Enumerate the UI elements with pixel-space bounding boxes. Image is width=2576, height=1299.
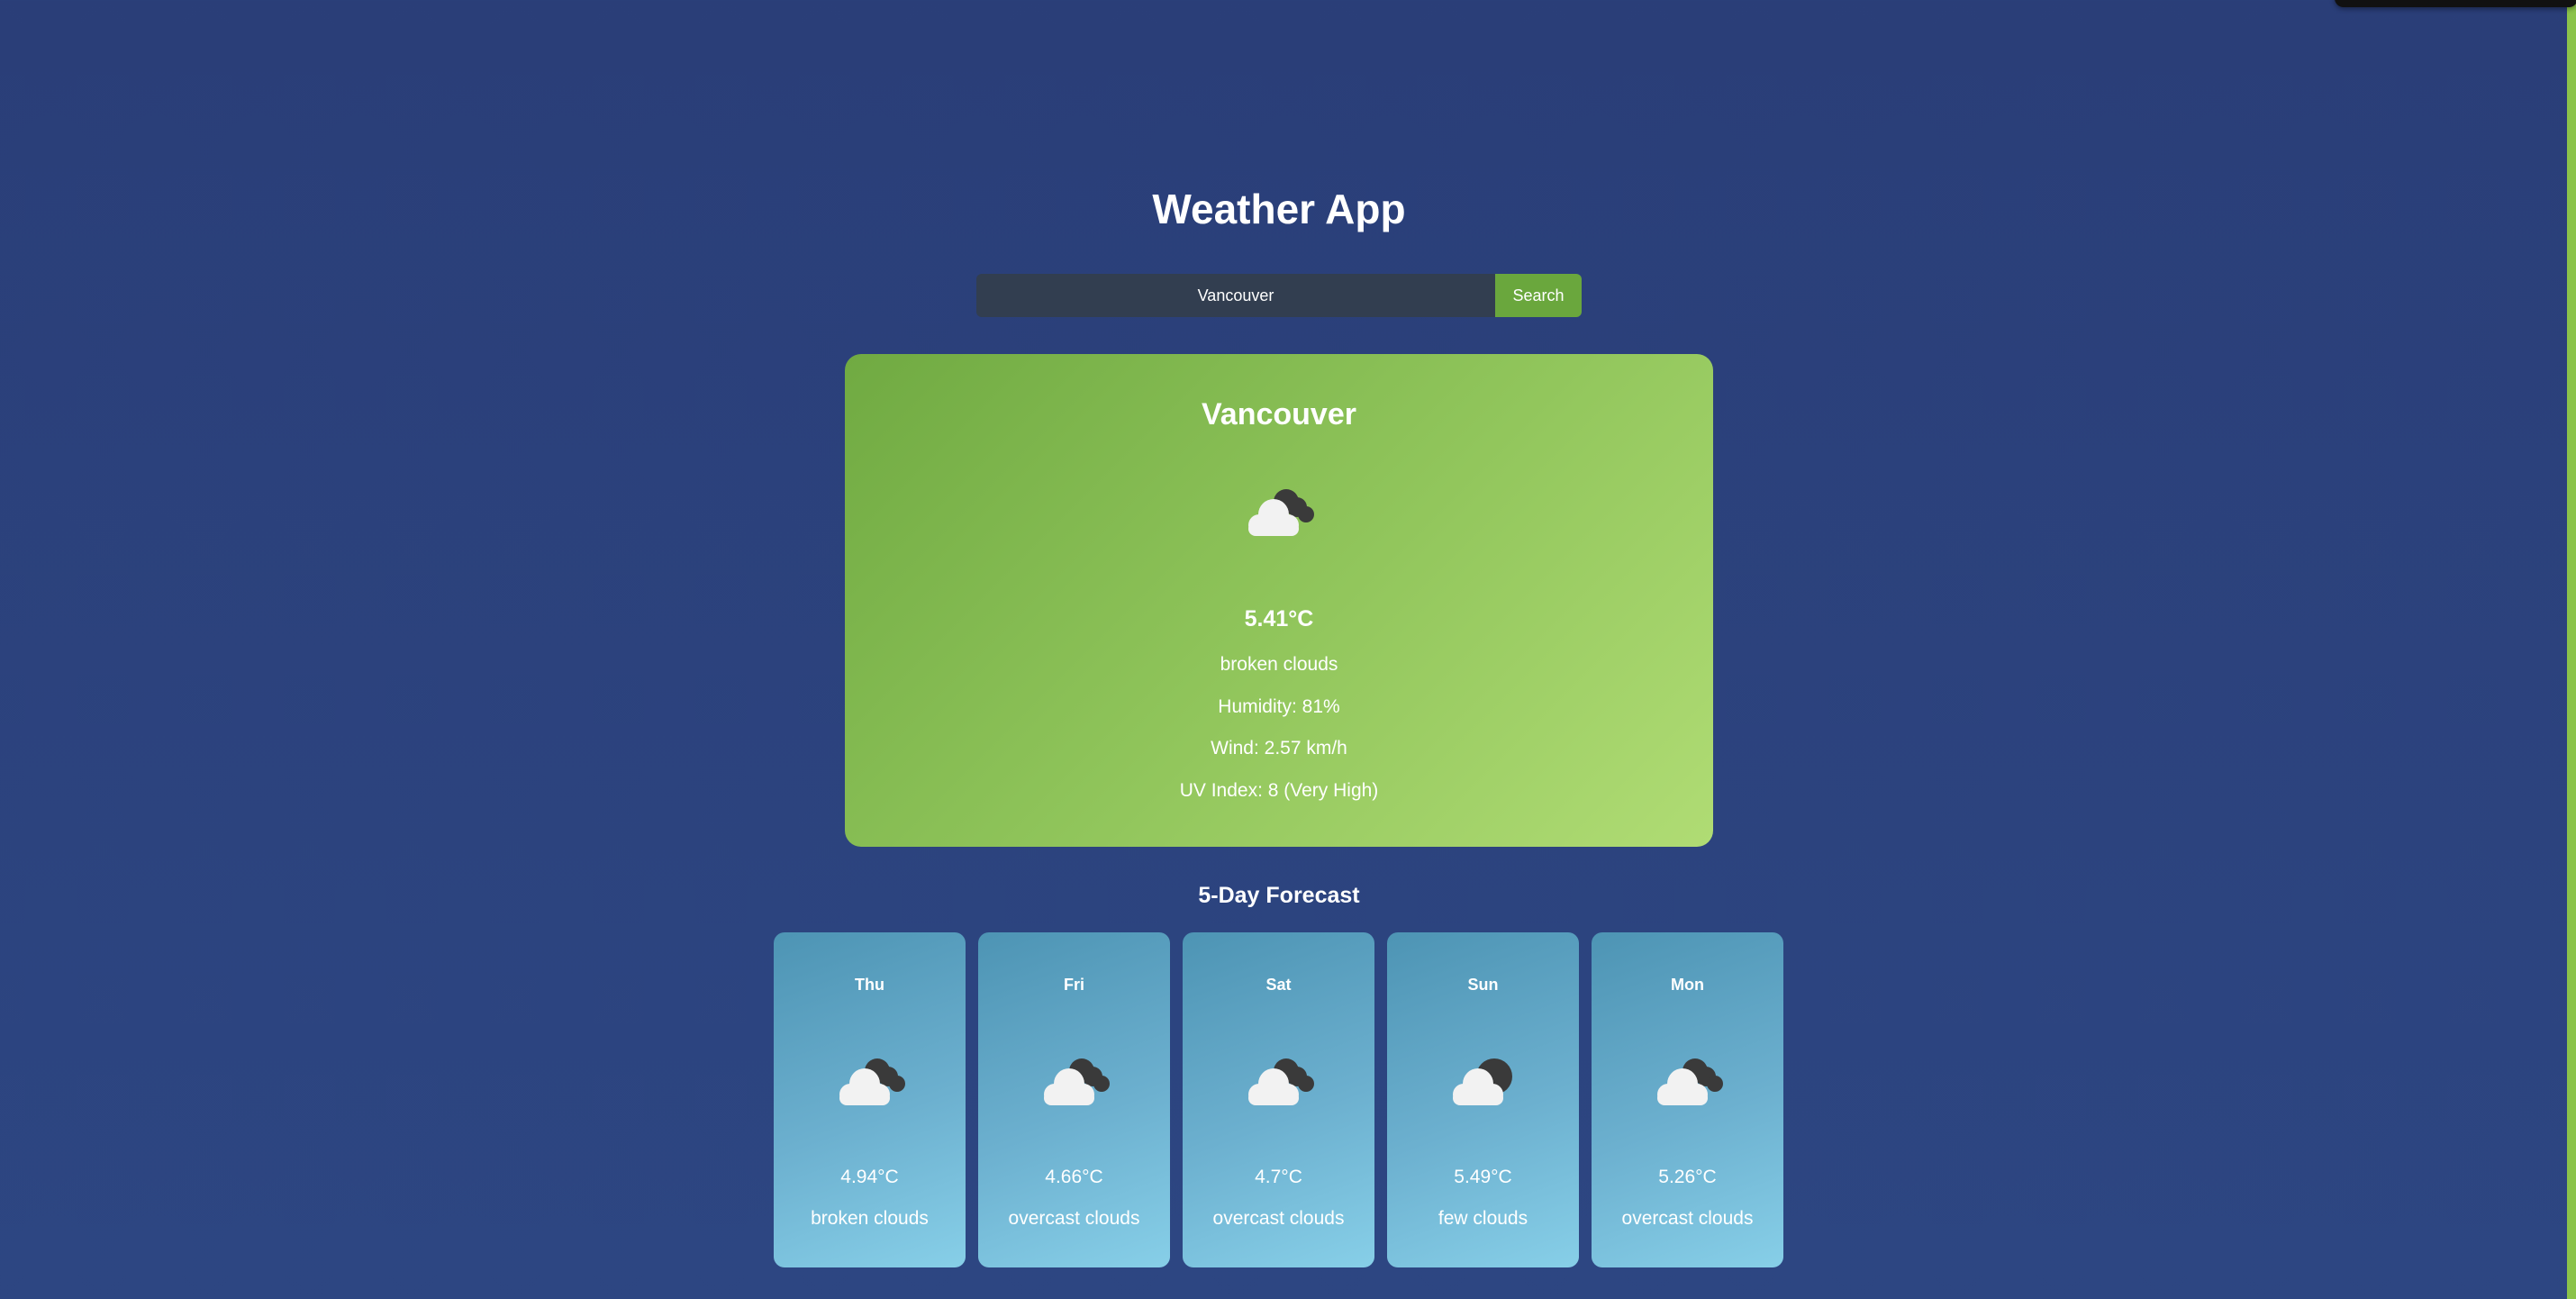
forecast-description: overcast clouds [1008, 1208, 1140, 1229]
overcast-clouds-icon [1234, 1049, 1324, 1113]
few-clouds-icon [1438, 1049, 1528, 1113]
search-bar: Search [976, 274, 1582, 317]
forecast-card: Mon 5.26°C overcast clouds [1592, 932, 1783, 1267]
humidity-text: Humidity: 81% [1218, 696, 1340, 717]
forecast-card: Thu 4.94°C broken clouds [774, 932, 966, 1267]
uv-index-text: UV Index: 8 (Very High) [1179, 780, 1379, 801]
forecast-card: Sat 4.7°C overcast clouds [1183, 932, 1374, 1267]
search-input[interactable] [976, 274, 1495, 317]
current-temperature: 5.41°C [1244, 606, 1314, 631]
forecast-card: Fri 4.66°C overcast clouds [978, 932, 1170, 1267]
forecast-temperature: 4.94°C [840, 1167, 899, 1187]
forecast-day: Fri [1063, 976, 1084, 994]
forecast-description: overcast clouds [1212, 1208, 1345, 1229]
overcast-clouds-icon [1643, 1049, 1733, 1113]
forecast-title: 5-Day Forecast [1198, 883, 1360, 908]
weather-description: broken clouds [1220, 654, 1338, 675]
current-weather-card: Vancouver 5.41°C broken clouds Humidity:… [845, 354, 1713, 847]
forecast-card: Sun 5.49°C few clouds [1387, 932, 1579, 1267]
forecast-description: overcast clouds [1621, 1208, 1754, 1229]
forecast-day: Sun [1467, 976, 1499, 994]
forecast-description: broken clouds [811, 1208, 929, 1229]
broken-clouds-icon [825, 1049, 915, 1113]
forecast-temperature: 5.49°C [1454, 1167, 1512, 1187]
forecast-day: Sat [1265, 976, 1292, 994]
forecast-temperature: 5.26°C [1658, 1167, 1717, 1187]
city-name: Vancouver [1202, 397, 1356, 431]
page-title: Weather App [1152, 186, 1406, 232]
window-edge [2567, 0, 2576, 1299]
forecast-list: Thu 4.94°C broken clouds Fri 4.66°C over… [774, 932, 1783, 1267]
forecast-temperature: 4.66°C [1045, 1167, 1103, 1187]
forecast-temperature: 4.7°C [1255, 1167, 1302, 1187]
search-button[interactable]: Search [1495, 274, 1582, 317]
wind-text: Wind: 2.57 km/h [1211, 738, 1347, 759]
forecast-day: Mon [1671, 976, 1704, 994]
broken-clouds-icon [1234, 480, 1324, 543]
weather-app: Weather App Search Vancouver 5.41°C brok… [0, 0, 2567, 1299]
overcast-clouds-icon [1029, 1049, 1120, 1113]
forecast-description: few clouds [1438, 1208, 1528, 1229]
forecast-day: Thu [855, 976, 884, 994]
